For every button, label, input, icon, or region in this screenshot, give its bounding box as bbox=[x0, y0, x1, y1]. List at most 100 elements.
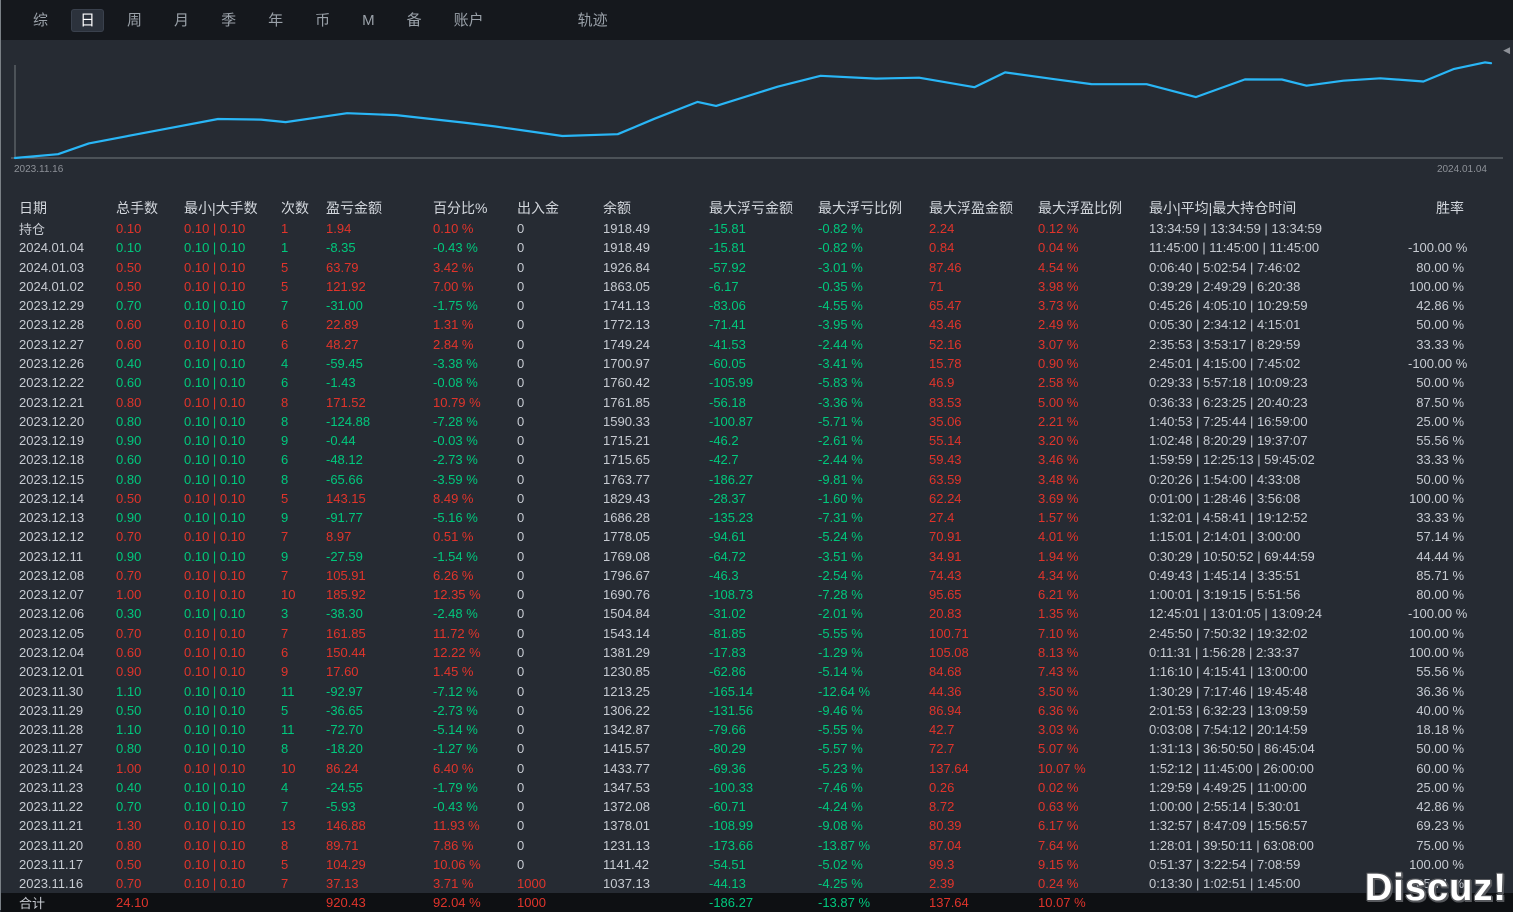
max-float-loss: -165.14 bbox=[709, 683, 754, 699]
win-rate: 18.18 % bbox=[1416, 722, 1464, 738]
table-row-2023.11.22[interactable]: 2023.11.22 0.70 0.10 | 0.10 7 -5.93 -0.43 % 0 1… bbox=[1, 797, 1513, 816]
win-rate: 50.00 % bbox=[1416, 471, 1464, 487]
pnl-amount: 1.94 bbox=[326, 221, 352, 237]
menu-item-5[interactable]: 年 bbox=[260, 10, 291, 31]
max-float-profit-pct: 0.02 % bbox=[1038, 779, 1079, 795]
column-header-max-float-loss-pct: 最大浮亏比例 bbox=[818, 199, 902, 216]
column-header-win-rate: 胜率 bbox=[1436, 199, 1464, 216]
menu-item-trail[interactable]: 轨迹 bbox=[570, 10, 616, 31]
pnl-percent: 7.86 % bbox=[433, 837, 474, 853]
table-row-2023.12.12[interactable]: 2023.12.12 0.70 0.10 | 0.10 7 8.97 0.51 % 0 177… bbox=[1, 527, 1513, 546]
max-float-profit: 84.68 bbox=[929, 664, 962, 680]
max-float-profit: 0.84 bbox=[929, 240, 955, 256]
column-header-hold-time: 最小|平均|最大持仓时间 bbox=[1149, 199, 1297, 216]
table-row-2023.12.05[interactable]: 2023.12.05 0.70 0.10 | 0.10 7 161.85 11.72 % 0… bbox=[1, 624, 1513, 643]
hold-time: 1:16:10 | 4:15:41 | 13:00:00 bbox=[1149, 664, 1308, 680]
menu-item-8[interactable]: 备 bbox=[399, 10, 430, 31]
min-max-lots: 0.10 | 0.10 bbox=[184, 799, 246, 815]
pnl-percent: 7.00 % bbox=[433, 278, 474, 294]
deposit-withdraw: 0 bbox=[517, 317, 525, 333]
total-lots: 0.70 bbox=[116, 625, 142, 641]
menu-item-4[interactable]: 季 bbox=[213, 10, 244, 31]
menu-item-6[interactable]: 币 bbox=[307, 10, 338, 31]
table-row-2023.11.23[interactable]: 2023.11.23 0.40 0.10 | 0.10 4 -24.55 -1.79 % 0… bbox=[1, 778, 1513, 797]
balance: 1769.08 bbox=[603, 548, 650, 564]
table-row-2023.12.14[interactable]: 2023.12.14 0.50 0.10 | 0.10 5 143.15 8.49 % 0 1… bbox=[1, 489, 1513, 508]
table-row-持仓[interactable]: 持仓 0.10 0.10 | 0.10 1 1.94 0.10 % 0 1918.49 -15.… bbox=[1, 219, 1513, 238]
pnl-amount: 105.91 bbox=[326, 567, 366, 583]
table-row-2023.11.30[interactable]: 2023.11.30 1.10 0.10 | 0.10 11 -92.97 -7.12 %… bbox=[1, 681, 1513, 700]
table-row-2023.12.22[interactable]: 2023.12.22 0.60 0.10 | 0.10 6 -1.43 -0.08 % 0 1… bbox=[1, 373, 1513, 392]
date: 持仓 bbox=[19, 222, 46, 238]
table-row-2023.12.21[interactable]: 2023.12.21 0.80 0.10 | 0.10 8 171.52 10.79 % 0… bbox=[1, 392, 1513, 411]
max-float-loss-pct: -4.24 % bbox=[818, 799, 863, 815]
menu-item-1[interactable]: 日 bbox=[72, 9, 104, 31]
date: 2023.11.20 bbox=[19, 837, 84, 853]
pnl-amount: -36.65 bbox=[326, 702, 363, 718]
max-float-profit-pct: 5.07 % bbox=[1038, 741, 1079, 757]
table-row-2024.01.04[interactable]: 2024.01.04 0.10 0.10 | 0.10 1 -8.35 -0.43 % 0 1… bbox=[1, 238, 1513, 257]
column-header-balance: 余额 bbox=[603, 199, 631, 216]
table-row-2023.12.26[interactable]: 2023.12.26 0.40 0.10 | 0.10 4 -59.45 -3.38 % 0… bbox=[1, 354, 1513, 373]
max-float-loss-pct: -9.46 % bbox=[818, 702, 863, 718]
table-row-2023.11.16[interactable]: 2023.11.16 0.70 0.10 | 0.10 7 37.13 3.71 % 100… bbox=[1, 874, 1513, 893]
table-row-2023.11.17[interactable]: 2023.11.17 0.50 0.10 | 0.10 5 104.29 10.06 % 0… bbox=[1, 855, 1513, 874]
table-row-2023.11.21[interactable]: 2023.11.21 1.30 0.10 | 0.10 13 146.88 11.93 %… bbox=[1, 816, 1513, 835]
deposit-withdraw: 0 bbox=[517, 818, 525, 834]
balance: 1347.53 bbox=[603, 779, 650, 795]
total-pnl-percent: 92.04 % bbox=[433, 893, 517, 912]
table-row-2023.12.07[interactable]: 2023.12.07 1.00 0.10 | 0.10 10 185.92 12.35 %… bbox=[1, 585, 1513, 604]
table-row-2024.01.02[interactable]: 2024.01.02 0.50 0.10 | 0.10 5 121.92 7.00 % 0 1… bbox=[1, 277, 1513, 296]
table-row-2023.12.27[interactable]: 2023.12.27 0.60 0.10 | 0.10 6 48.27 2.84 % 0 17… bbox=[1, 335, 1513, 354]
table-row-2023.11.27[interactable]: 2023.11.27 0.80 0.10 | 0.10 8 -18.20 -1.27 % 0… bbox=[1, 739, 1513, 758]
chart-end-date-label: 2024.01.04 bbox=[1436, 164, 1487, 175]
max-float-loss-pct: -3.51 % bbox=[818, 548, 863, 564]
trade-count: 9 bbox=[281, 433, 289, 449]
trade-count: 9 bbox=[281, 664, 289, 680]
max-float-loss: -56.18 bbox=[709, 394, 746, 410]
table-row-2023.12.06[interactable]: 2023.12.06 0.30 0.10 | 0.10 3 -38.30 -2.48 % 0… bbox=[1, 604, 1513, 623]
date: 2023.12.14 bbox=[19, 490, 85, 506]
total-lots: 1.30 bbox=[116, 818, 142, 834]
menu-item-7[interactable]: M bbox=[354, 10, 383, 31]
table-row-2023.12.20[interactable]: 2023.12.20 0.80 0.10 | 0.10 8 -124.88 -7.28 %… bbox=[1, 412, 1513, 431]
table-row-2023.11.28[interactable]: 2023.11.28 1.10 0.10 | 0.10 11 -72.70 -5.14 %… bbox=[1, 720, 1513, 739]
table-row-2023.12.11[interactable]: 2023.12.11 0.90 0.10 | 0.10 9 -27.59 -1.54 % 0… bbox=[1, 547, 1513, 566]
pnl-percent: 1.45 % bbox=[433, 664, 474, 680]
hold-time: 1:59:59 | 12:25:13 | 59:45:02 bbox=[1149, 452, 1315, 468]
min-max-lots: 0.10 | 0.10 bbox=[184, 394, 246, 410]
table-row-2023.12.28[interactable]: 2023.12.28 0.60 0.10 | 0.10 6 22.89 1.31 % 0 17… bbox=[1, 315, 1513, 334]
balance: 1372.08 bbox=[603, 799, 650, 815]
table-row-2023.12.13[interactable]: 2023.12.13 0.90 0.10 | 0.10 9 -91.77 -5.16 % 0… bbox=[1, 508, 1513, 527]
table-row-2023.12.15[interactable]: 2023.12.15 0.80 0.10 | 0.10 8 -65.66 -3.59 % 0… bbox=[1, 469, 1513, 488]
table-row-2023.12.08[interactable]: 2023.12.08 0.70 0.10 | 0.10 7 105.91 6.26 % 0 1… bbox=[1, 566, 1513, 585]
table-row-2023.12.04[interactable]: 2023.12.04 0.60 0.10 | 0.10 6 150.44 12.22 % 0… bbox=[1, 643, 1513, 662]
menu-item-9[interactable]: 账户 bbox=[446, 10, 492, 31]
date: 2023.12.07 bbox=[19, 587, 85, 603]
total-lots: 0.50 bbox=[116, 490, 142, 506]
table-row-2023.11.20[interactable]: 2023.11.20 0.80 0.10 | 0.10 8 89.71 7.86 % 0 12… bbox=[1, 836, 1513, 855]
table-row-2023.12.01[interactable]: 2023.12.01 0.90 0.10 | 0.10 9 17.60 1.45 % 0 12… bbox=[1, 662, 1513, 681]
column-header-deposit-withdraw: 出入金 bbox=[517, 199, 559, 216]
min-max-lots: 0.10 | 0.10 bbox=[184, 278, 246, 294]
table-row-2024.01.03[interactable]: 2024.01.03 0.50 0.10 | 0.10 5 63.79 3.42 % 0 19… bbox=[1, 258, 1513, 277]
table-row-2023.11.29[interactable]: 2023.11.29 0.50 0.10 | 0.10 5 -36.65 -2.73 % 0… bbox=[1, 701, 1513, 720]
date: 2023.12.28 bbox=[19, 317, 85, 333]
min-max-lots: 0.10 | 0.10 bbox=[184, 722, 246, 738]
menu-item-3[interactable]: 月 bbox=[166, 10, 197, 31]
max-float-loss: -71.41 bbox=[709, 317, 746, 333]
max-float-profit: 65.47 bbox=[929, 298, 962, 314]
table-row-2023.12.18[interactable]: 2023.12.18 0.60 0.10 | 0.10 6 -48.12 -2.73 % 0… bbox=[1, 450, 1513, 469]
max-float-loss: -108.99 bbox=[709, 818, 754, 834]
max-float-loss-pct: -7.28 % bbox=[818, 587, 863, 603]
table-row-2023.12.29[interactable]: 2023.12.29 0.70 0.10 | 0.10 7 -31.00 -1.75 % 0… bbox=[1, 296, 1513, 315]
table-row-2023.12.19[interactable]: 2023.12.19 0.90 0.10 | 0.10 9 -0.44 -0.03 % 0 1… bbox=[1, 431, 1513, 450]
date: 2023.12.12 bbox=[19, 529, 85, 545]
scroll-left-arrow-icon[interactable]: ◀ bbox=[1503, 46, 1510, 55]
menu-item-2[interactable]: 周 bbox=[119, 10, 150, 31]
deposit-withdraw: 0 bbox=[517, 240, 525, 256]
date: 2023.12.04 bbox=[19, 644, 85, 660]
menu-item-0[interactable]: 综 bbox=[25, 10, 56, 31]
table-row-2023.11.24[interactable]: 2023.11.24 1.00 0.10 | 0.10 10 86.24 6.40 % 0 1… bbox=[1, 758, 1513, 777]
max-float-loss-pct: -2.44 % bbox=[818, 336, 863, 352]
